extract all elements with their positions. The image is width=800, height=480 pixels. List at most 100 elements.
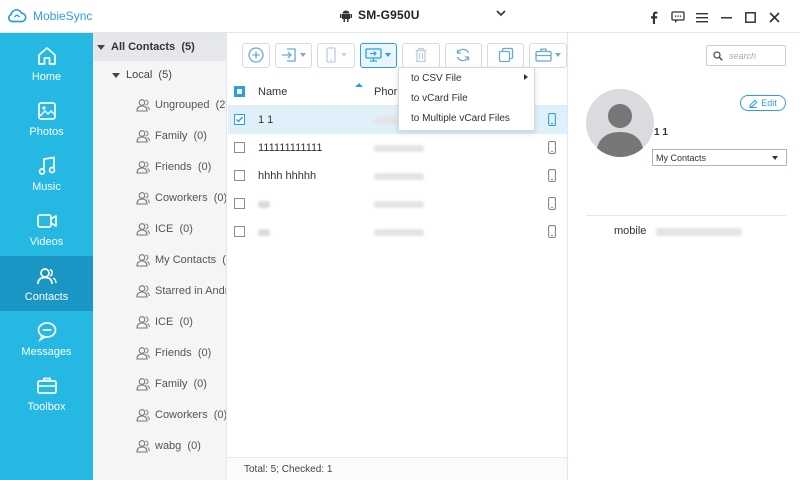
contact-phone-cell bbox=[374, 145, 424, 152]
group-count: (0) bbox=[179, 222, 193, 235]
export-to-vcard-item[interactable]: to vCard File bbox=[399, 88, 534, 108]
group-count: (0) bbox=[193, 129, 207, 142]
nav-label: Messages bbox=[21, 345, 72, 358]
nav-label: Videos bbox=[29, 235, 64, 248]
mobile-device-icon bbox=[548, 141, 556, 154]
nav-toolbox[interactable]: Toolbox bbox=[0, 366, 93, 421]
contact-phone-cell bbox=[374, 173, 424, 180]
group-person-icon bbox=[136, 315, 150, 329]
group-count: (2) bbox=[215, 98, 226, 111]
group-count: (0) bbox=[213, 408, 227, 421]
contact-row[interactable] bbox=[228, 218, 567, 246]
tree-group-item[interactable]: Starred in Androi bbox=[93, 275, 226, 306]
divider bbox=[586, 215, 786, 216]
tree-group-item[interactable]: Friends (0) bbox=[93, 337, 226, 368]
trash-icon bbox=[415, 47, 427, 63]
duplicate-icon bbox=[498, 47, 513, 63]
contact-row[interactable]: hhhh hhhhh bbox=[228, 162, 567, 190]
row-checkbox[interactable] bbox=[234, 170, 245, 181]
refresh-icon bbox=[457, 48, 470, 62]
nav-videos[interactable]: Videos bbox=[0, 201, 93, 256]
contact-name-cell: hhhh hhhhh bbox=[258, 170, 317, 182]
group-person-icon bbox=[136, 284, 150, 298]
group-label: ICE bbox=[155, 315, 174, 328]
group-label: Family bbox=[155, 377, 188, 390]
toolbox-button[interactable] bbox=[529, 42, 567, 68]
row-checkbox[interactable] bbox=[234, 142, 245, 153]
chevron-down-icon bbox=[341, 53, 348, 57]
search-box[interactable]: search bbox=[706, 45, 786, 66]
nav-photos[interactable]: Photos bbox=[0, 91, 93, 146]
contacts-icon bbox=[36, 267, 57, 284]
deduplicate-button[interactable] bbox=[487, 42, 525, 68]
import-button[interactable] bbox=[274, 42, 313, 68]
device-name: SM-G950U bbox=[358, 8, 420, 22]
group-label: My Contacts bbox=[155, 253, 217, 266]
tree-group-item[interactable]: Friends (0) bbox=[93, 151, 226, 182]
nav-music[interactable]: Music bbox=[0, 146, 93, 201]
contact-group-tree: All Contacts (5) Local (5) Ungrouped (2)… bbox=[93, 33, 227, 480]
caret-down-icon[interactable] bbox=[97, 44, 105, 50]
chevron-down-icon[interactable] bbox=[496, 9, 506, 17]
group-count: (3) bbox=[222, 253, 226, 266]
column-name[interactable]: Name bbox=[258, 86, 287, 98]
edit-contact-button[interactable]: Edit bbox=[740, 95, 786, 111]
tree-group-item[interactable]: Ungrouped (2) bbox=[93, 89, 226, 120]
contact-row[interactable]: 111111111111 bbox=[228, 134, 567, 162]
nav-label: Photos bbox=[29, 125, 64, 138]
feedback-icon[interactable] bbox=[666, 9, 690, 25]
mobile-device-icon bbox=[548, 225, 556, 238]
row-checkbox[interactable] bbox=[234, 114, 245, 125]
contact-phone-cell bbox=[374, 201, 424, 208]
minimize-icon[interactable] bbox=[714, 9, 738, 25]
tree-group-item[interactable]: ICE (0) bbox=[93, 213, 226, 244]
tree-root-label: All Contacts bbox=[111, 41, 176, 53]
search-input[interactable]: search bbox=[729, 51, 756, 61]
tree-group-item[interactable]: Family (0) bbox=[93, 368, 226, 399]
tree-local[interactable]: Local (5) bbox=[93, 61, 226, 89]
maximize-icon[interactable] bbox=[738, 9, 762, 25]
menu-icon[interactable] bbox=[690, 9, 714, 25]
delete-button[interactable] bbox=[402, 42, 440, 68]
mobile-device-icon bbox=[548, 169, 556, 182]
nav-contacts[interactable]: Contacts bbox=[0, 256, 93, 311]
transfer-to-device-button[interactable] bbox=[317, 42, 355, 68]
group-person-icon bbox=[136, 377, 150, 391]
contact-name-cell: 1 1 bbox=[258, 114, 274, 126]
tree-group-item[interactable]: My Contacts (3) bbox=[93, 244, 226, 275]
tree-local-label: Local bbox=[126, 69, 153, 81]
tree-group-item[interactable]: ICE (0) bbox=[93, 306, 226, 337]
tree-group-item[interactable]: wabg (0) bbox=[93, 430, 226, 461]
close-icon[interactable] bbox=[762, 9, 786, 25]
export-to-csv-item[interactable]: to CSV File bbox=[399, 68, 534, 88]
row-checkbox[interactable] bbox=[234, 226, 245, 237]
tree-group-item[interactable]: Family (0) bbox=[93, 120, 226, 151]
contact-group-select[interactable]: My Contacts bbox=[652, 149, 787, 166]
edit-label: Edit bbox=[761, 98, 777, 108]
tree-all-contacts[interactable]: All Contacts (5) bbox=[93, 33, 226, 61]
group-person-icon bbox=[136, 346, 150, 360]
caret-down-icon[interactable] bbox=[112, 72, 120, 78]
tree-group-item[interactable]: Coworkers (0) bbox=[93, 182, 226, 213]
chevron-down-icon bbox=[772, 156, 778, 160]
row-checkbox[interactable] bbox=[234, 198, 245, 209]
tree-group-item[interactable]: Coworkers (0) bbox=[93, 399, 226, 430]
column-phone[interactable]: Phor bbox=[374, 86, 397, 98]
group-select-value: My Contacts bbox=[656, 152, 707, 163]
group-person-icon bbox=[136, 129, 150, 143]
device-selector[interactable]: SM-G950U bbox=[340, 8, 506, 22]
contact-row[interactable] bbox=[228, 190, 567, 218]
export-to-multiple-vcard-item[interactable]: to Multiple vCard Files bbox=[399, 108, 534, 128]
facebook-icon[interactable] bbox=[642, 9, 666, 25]
computer-export-icon bbox=[365, 48, 382, 62]
nav-label: Home bbox=[31, 70, 62, 83]
select-all-checkbox[interactable] bbox=[234, 86, 245, 97]
export-to-pc-button[interactable] bbox=[359, 42, 398, 68]
refresh-button[interactable] bbox=[444, 42, 482, 68]
add-contact-button[interactable] bbox=[242, 42, 270, 68]
nav-home[interactable]: Home bbox=[0, 36, 93, 91]
import-icon bbox=[281, 48, 296, 62]
video-icon bbox=[36, 213, 57, 228]
nav-messages[interactable]: Messages bbox=[0, 311, 93, 366]
group-label: Starred in Androi bbox=[155, 284, 226, 297]
